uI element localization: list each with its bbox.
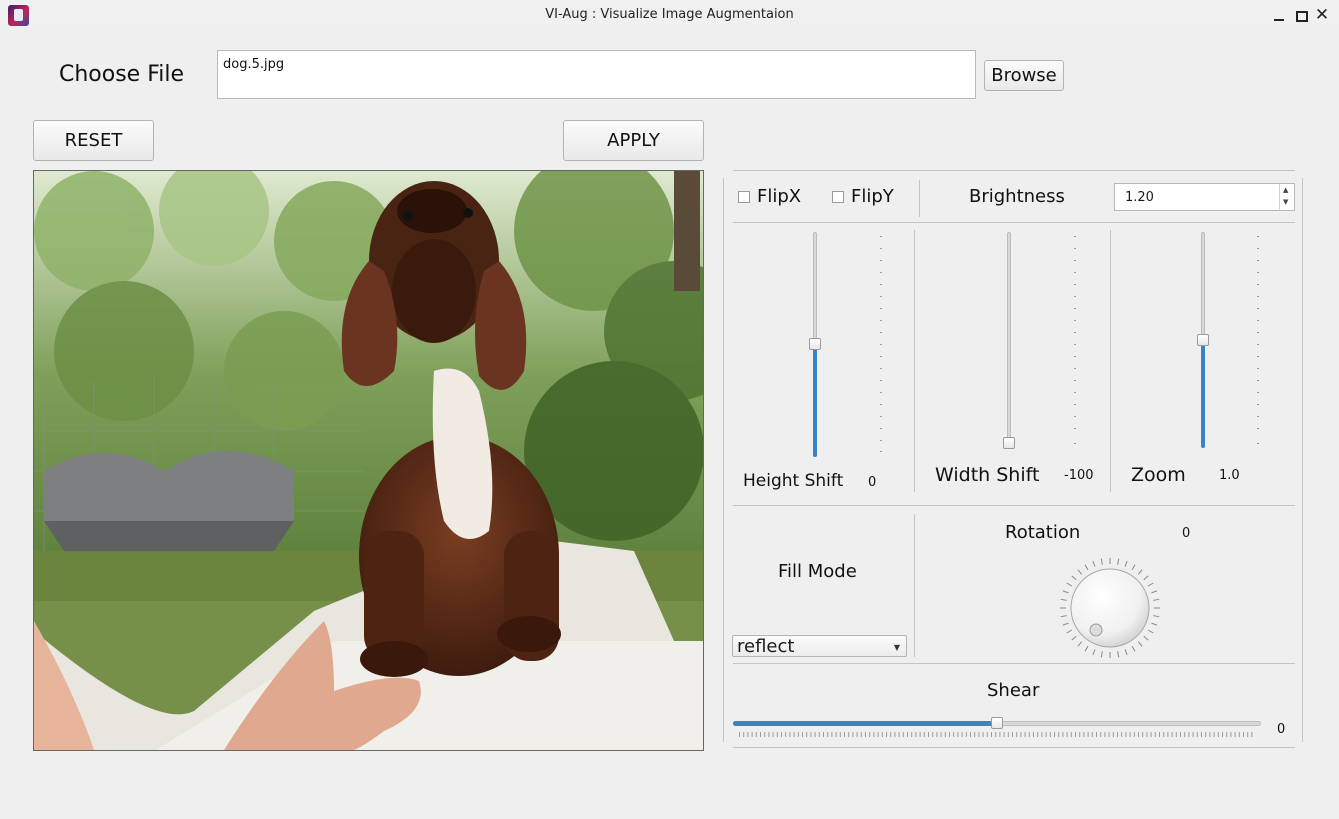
- shear-fill: [733, 721, 997, 726]
- zoom-ticks: [1257, 236, 1259, 444]
- height-shift-ticks: [880, 236, 882, 452]
- browse-button[interactable]: Browse: [984, 60, 1064, 91]
- flipx-checkbox[interactable]: [738, 191, 750, 203]
- spin-up-icon[interactable]: ▲: [1283, 186, 1288, 194]
- close-icon[interactable]: ✕: [1313, 6, 1331, 24]
- zoom-fill: [1201, 340, 1205, 448]
- zoom-value: 1.0: [1219, 468, 1240, 483]
- rotation-dial[interactable]: [1058, 556, 1162, 660]
- divider-top: [733, 170, 1295, 171]
- dog-photo-illustration: [34, 171, 703, 750]
- spin-down-icon[interactable]: ▼: [1283, 198, 1288, 206]
- brightness-value: 1.20: [1125, 190, 1154, 205]
- shear-handle[interactable]: [991, 717, 1003, 729]
- height-shift-label: Height Shift: [743, 471, 844, 491]
- width-shift-groove: [1007, 232, 1011, 448]
- rotation-label: Rotation: [1005, 522, 1081, 543]
- minimize-icon[interactable]: [1270, 6, 1288, 24]
- dial-notch: [1089, 623, 1103, 637]
- divider-slider-2: [1110, 230, 1111, 492]
- height-shift-value: 0: [868, 475, 877, 490]
- divider-bottom: [733, 747, 1295, 748]
- height-shift-fill: [813, 344, 817, 457]
- maximize-icon[interactable]: [1292, 6, 1310, 24]
- width-shift-value: -100: [1064, 468, 1094, 483]
- height-shift-handle[interactable]: [809, 338, 821, 350]
- window-title: VI-Aug : Visualize Image Augmentaion: [545, 7, 794, 22]
- width-shift-handle[interactable]: [1003, 437, 1015, 449]
- flipx-label: FlipX: [757, 186, 802, 207]
- reset-button[interactable]: RESET: [33, 120, 154, 161]
- divider-row3: [733, 663, 1295, 664]
- divider-row1: [733, 222, 1295, 223]
- divider-left: [723, 178, 724, 742]
- divider-row2: [733, 505, 1295, 506]
- divider-fill-rotation: [914, 514, 915, 657]
- shear-value: 0: [1277, 722, 1286, 737]
- shear-ticks: [739, 732, 1253, 737]
- width-shift-label: Width Shift: [935, 464, 1040, 486]
- divider-flip-brightness: [919, 180, 920, 217]
- shear-label: Shear: [987, 680, 1040, 701]
- brightness-label: Brightness: [969, 186, 1065, 207]
- rotation-value: 0: [1182, 526, 1191, 541]
- width-shift-ticks: [1074, 236, 1076, 444]
- zoom-label: Zoom: [1131, 464, 1186, 486]
- fill-mode-select[interactable]: reflect ▼: [732, 635, 907, 657]
- file-path-input[interactable]: dog.5.jpg: [217, 50, 976, 99]
- fill-mode-label: Fill Mode: [778, 561, 857, 582]
- chevron-down-icon: ▼: [893, 643, 900, 652]
- divider-slider-1: [914, 230, 915, 492]
- flipy-checkbox[interactable]: [832, 191, 844, 203]
- flipy-label: FlipY: [851, 186, 894, 207]
- apply-button[interactable]: APPLY: [563, 120, 704, 161]
- choose-file-label: Choose File: [59, 62, 185, 87]
- preview-image: [33, 170, 704, 751]
- divider-right: [1302, 178, 1303, 742]
- brightness-spinbox[interactable]: 1.20 ▲ ▼: [1114, 183, 1295, 211]
- zoom-handle[interactable]: [1197, 334, 1209, 346]
- fill-mode-value: reflect: [737, 636, 795, 657]
